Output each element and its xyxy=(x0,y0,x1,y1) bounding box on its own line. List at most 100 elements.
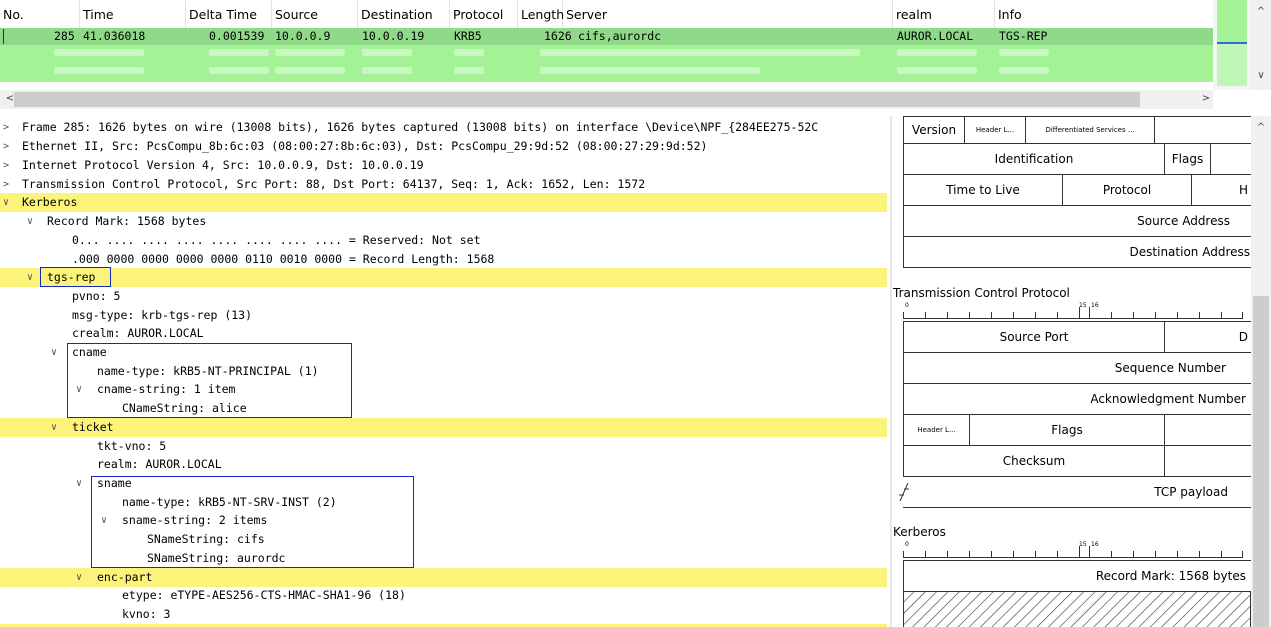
tree-item-record-mark[interactable]: ∨ Record Mark: 1568 bytes xyxy=(0,212,887,231)
diagram-field-header-length[interactable]: Header L... xyxy=(964,116,1026,144)
tree-item-ticket[interactable]: ∨ ticket xyxy=(0,418,887,437)
scroll-right-icon[interactable]: > xyxy=(1196,93,1216,104)
diagram-field-record-mark[interactable]: Record Mark: 1568 bytes xyxy=(903,560,1251,592)
tree-item-kerberos[interactable]: ∨ Kerberos xyxy=(0,193,887,212)
tree-item-tkt-vno[interactable]: tkt-vno: 5 xyxy=(0,437,887,456)
collapse-arrow-icon[interactable]: ∨ xyxy=(98,511,110,530)
diagram-field-ttl[interactable]: Time to Live xyxy=(903,174,1063,206)
diagram-field-tcp-flags[interactable]: Flags xyxy=(969,414,1165,446)
diagram-field-version[interactable]: Version xyxy=(903,116,965,144)
diagram-field-checksum[interactable]: Checksum xyxy=(903,445,1165,477)
tree-item-sname[interactable]: ∨ sname xyxy=(0,474,887,493)
tree-item-ethernet[interactable]: > Ethernet II, Src: PcsCompu_8b:6c:03 (0… xyxy=(0,137,887,156)
tree-item-sname-value[interactable]: SNameString: aurordc xyxy=(0,549,887,568)
diagram-field-urgent-pointer[interactable] xyxy=(1164,445,1251,477)
packet-diagram[interactable]: Version Header L... Differentiated Servi… xyxy=(893,116,1251,627)
column-header-no[interactable]: No. xyxy=(0,0,80,30)
tree-item-msg-type[interactable]: msg-type: krb-tgs-rep (13) xyxy=(0,306,887,325)
column-header-info[interactable]: Info xyxy=(995,0,1213,30)
tree-item-sname-name-type[interactable]: name-type: kRB5-NT-SRV-INST (2) xyxy=(0,493,887,512)
tree-item-cname[interactable]: ∨ cname xyxy=(0,343,887,362)
tree-item-cname-string[interactable]: ∨ cname-string: 1 item xyxy=(0,380,887,399)
diagram-field-ack-number[interactable]: Acknowledgment Number xyxy=(903,383,1251,415)
tree-item-pvno[interactable]: pvno: 5 xyxy=(0,287,887,306)
collapse-arrow-icon[interactable]: ∨ xyxy=(48,343,60,362)
pane-divider[interactable] xyxy=(890,116,892,627)
scroll-up-icon[interactable]: ^ xyxy=(1251,6,1271,17)
expand-arrow-icon[interactable]: > xyxy=(0,156,12,175)
collapse-arrow-icon[interactable]: ∨ xyxy=(73,380,85,399)
column-header-realm[interactable]: realm xyxy=(893,0,995,30)
diagram-bit-ruler: 0 15 16 xyxy=(903,541,1243,558)
diagram-field-tcp-payload[interactable]: TCP payload xyxy=(903,476,1251,508)
packet-list-minimap[interactable] xyxy=(1213,0,1251,90)
collapse-arrow-icon[interactable]: ∨ xyxy=(48,418,60,437)
collapse-arrow-icon[interactable]: ∨ xyxy=(73,474,85,493)
cell-server: cifs,aurordc xyxy=(578,29,662,43)
diagram-field-fragment-offset[interactable] xyxy=(1210,143,1251,175)
diagram-field-dsfield[interactable]: Differentiated Services ... xyxy=(1025,116,1155,144)
scroll-up-icon[interactable]: ^ xyxy=(1251,122,1271,133)
column-header-source[interactable]: Source xyxy=(272,0,358,30)
diagram-field-source-port[interactable]: Source Port xyxy=(903,321,1165,353)
scroll-down-icon[interactable]: ∨ xyxy=(1251,70,1271,81)
tree-item-cname-value[interactable]: CNameString: alice xyxy=(0,399,887,418)
diagram-field-tcp-header-length[interactable]: Header L... xyxy=(903,414,970,446)
diagram-field-identification[interactable]: Identification xyxy=(903,143,1165,175)
tree-item-kvno[interactable]: kvno: 3 xyxy=(0,605,887,624)
horizontal-scroll-thumb[interactable] xyxy=(14,92,1140,107)
tree-item-reserved[interactable]: 0... .... .... .... .... .... .... .... … xyxy=(0,231,887,250)
tree-item-tcp[interactable]: > Transmission Control Protocol, Src Por… xyxy=(0,175,887,194)
cell-no: 285 xyxy=(54,29,75,43)
diagram-field-header-checksum[interactable]: H xyxy=(1191,174,1251,206)
cell-protocol: KRB5 xyxy=(454,29,482,43)
packet-row-selected[interactable]: 285 41.036018 0.001539 10.0.0.9 10.0.0.1… xyxy=(0,28,1213,45)
collapse-arrow-icon[interactable]: ∨ xyxy=(24,212,36,231)
packet-row-blurred[interactable] xyxy=(0,63,1213,82)
packet-list-horizontal-scrollbar[interactable]: < > xyxy=(0,90,1213,109)
diagram-field-destination-port[interactable]: D xyxy=(1164,321,1251,353)
expand-arrow-icon[interactable]: > xyxy=(0,175,12,194)
tree-item-record-length[interactable]: .000 0000 0000 0000 0000 0110 0010 0000 … xyxy=(0,250,887,269)
tree-item-enc-part[interactable]: ∨ enc-part xyxy=(0,568,887,587)
tree-item-crealm[interactable]: crealm: AUROR.LOCAL xyxy=(0,324,887,343)
collapse-arrow-icon[interactable]: ∨ xyxy=(0,193,12,212)
tree-item-cname-name-type[interactable]: name-type: kRB5-NT-PRINCIPAL (1) xyxy=(0,362,887,381)
packet-list[interactable]: No. Time Delta Time Source Destination P… xyxy=(0,0,1271,110)
collapse-arrow-icon[interactable]: ∨ xyxy=(73,568,85,587)
column-header-protocol[interactable]: Protocol xyxy=(450,0,518,30)
diagram-section-kerberos: Kerberos xyxy=(893,525,946,539)
diagram-field-destination-address[interactable]: Destination Address xyxy=(903,236,1251,268)
tree-item-sname-string[interactable]: ∨ sname-string: 2 items xyxy=(0,511,887,530)
packet-list-vertical-scrollbar[interactable]: ^ ∨ xyxy=(1251,0,1271,90)
collapse-arrow-icon[interactable]: ∨ xyxy=(24,268,36,287)
tree-item-sname-value[interactable]: SNameString: cifs xyxy=(0,530,887,549)
diagram-hatched-field[interactable] xyxy=(903,591,1251,627)
column-header-destination[interactable]: Destination xyxy=(358,0,450,30)
tree-item-etype[interactable]: etype: eTYPE-AES256-CTS-HMAC-SHA1-96 (18… xyxy=(0,586,887,605)
tree-item-ip[interactable]: > Internet Protocol Version 4, Src: 10.0… xyxy=(0,156,887,175)
diagram-field-source-address[interactable]: Source Address xyxy=(903,205,1251,237)
diagram-vertical-scrollbar[interactable]: ^ xyxy=(1251,116,1271,627)
tree-item-realm[interactable]: realm: AUROR.LOCAL xyxy=(0,455,887,474)
diagram-section-tcp: Transmission Control Protocol xyxy=(893,286,1070,300)
diagram-field-window[interactable] xyxy=(1164,414,1251,446)
tree-item-tgs-rep[interactable]: ∨ tgs-rep xyxy=(0,268,887,287)
selected-row-marker xyxy=(3,29,4,44)
column-header-delta-time[interactable]: Delta Time xyxy=(186,0,272,30)
column-header-time[interactable]: Time xyxy=(80,0,186,30)
packet-row-blurred[interactable] xyxy=(0,45,1213,63)
vertical-scroll-thumb[interactable] xyxy=(1253,296,1269,627)
column-header-length[interactable]: Length xyxy=(518,0,564,30)
expand-arrow-icon[interactable]: > xyxy=(0,118,12,137)
column-header-server[interactable]: Server xyxy=(563,0,893,30)
diagram-field-sequence-number[interactable]: Sequence Number xyxy=(903,352,1251,384)
diagram-field-protocol[interactable]: Protocol xyxy=(1062,174,1192,206)
truncation-mark-icon xyxy=(899,482,909,502)
diagram-field-ecn[interactable] xyxy=(1154,116,1251,144)
expand-arrow-icon[interactable]: > xyxy=(0,137,12,156)
packet-details-tree[interactable]: > Frame 285: 1626 bytes on wire (13008 b… xyxy=(0,116,887,627)
diagram-field-flags[interactable]: Flags xyxy=(1164,143,1211,175)
tree-item-frame[interactable]: > Frame 285: 1626 bytes on wire (13008 b… xyxy=(0,118,887,137)
cell-destination: 10.0.0.19 xyxy=(362,29,425,43)
